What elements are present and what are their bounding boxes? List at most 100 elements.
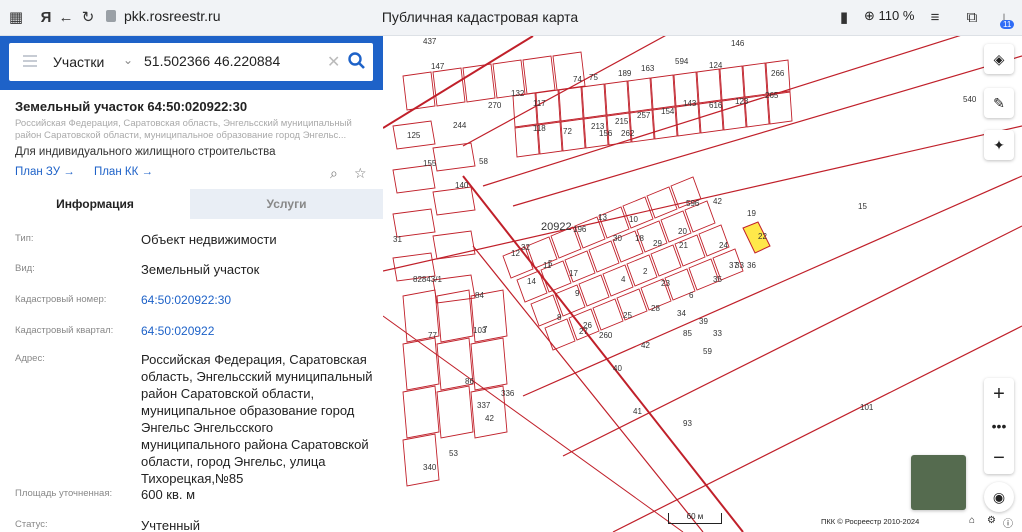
parcel-outline <box>588 240 620 273</box>
basemap-thumbnail[interactable] <box>911 455 966 510</box>
parcel-outline <box>674 234 706 267</box>
plan-kk-link[interactable]: План КК → <box>94 166 153 178</box>
parcel-number-label: 23 <box>661 279 670 288</box>
parcel-number-label: 270 <box>488 101 502 110</box>
parcel-number-label: 215 <box>615 117 629 126</box>
parcel-number-label: 10 <box>629 215 638 224</box>
search-type-select[interactable]: Участки <box>53 54 104 70</box>
parcel-number-label: 257 <box>637 111 651 120</box>
parcel-number-label: 19 <box>747 209 756 218</box>
parcel-number-label: 85 <box>683 329 692 338</box>
search-plot-icon[interactable]: ⌕ <box>330 165 338 182</box>
search-input[interactable] <box>144 53 324 69</box>
parcel-number-label: 596 <box>686 199 700 208</box>
parcel-number-label: 101 <box>860 403 874 412</box>
info-panel: Участки ⌄ ✕ ‹ Земельный участок 64:50:02… <box>0 36 383 532</box>
back-icon[interactable]: ← <box>56 8 76 28</box>
parcel-number-label: 74 <box>573 75 582 84</box>
hamburger-icon[interactable] <box>23 55 37 67</box>
parcel-number-label: 30 <box>613 234 622 243</box>
compass-icon[interactable]: ◉ <box>984 482 1014 512</box>
address-bar[interactable]: pkk.rosreestr.ru <box>106 8 220 28</box>
parcel-number-label: 77 <box>428 331 437 340</box>
copyright-text: ПКК © Росреестр 2010-2024 <box>821 517 920 526</box>
zoom-in-button[interactable]: + <box>984 378 1014 410</box>
parcel-outline <box>696 68 722 104</box>
zoom-out-button[interactable]: − <box>984 442 1014 474</box>
parcel-number-label: 59 <box>703 347 712 356</box>
search-icon[interactable] <box>347 50 367 72</box>
zoom-controls: + ••• − <box>984 378 1014 474</box>
parcel-number-label: 156 <box>599 129 613 138</box>
parcel-number-label: 103 <box>473 326 487 335</box>
info-icon[interactable]: ⓘ <box>1003 515 1013 530</box>
parcel-number-label: 32 <box>521 243 530 252</box>
reload-icon[interactable]: ↻ <box>78 8 98 28</box>
ruler-icon[interactable]: ✎ <box>984 88 1014 118</box>
parcel-number-label: 147 <box>431 62 445 71</box>
tab-services[interactable]: Услуги <box>190 189 383 219</box>
parcel-number-label: 337 <box>477 401 491 410</box>
search-box: Участки ⌄ ✕ <box>9 43 373 81</box>
parcel-number-label: 266 <box>771 69 785 78</box>
more-button[interactable]: ••• <box>984 410 1014 442</box>
parcel-number-label: 540 <box>963 95 977 104</box>
parcel-number-label: 4 <box>621 275 626 284</box>
plan-zu-link[interactable]: План ЗУ → <box>15 166 75 178</box>
cadastral-map[interactable]: 437 147 117 74 75 189 163 594 124 146 266 265 270 132… <box>383 36 1022 532</box>
parcel-number-label: 616 <box>709 101 723 110</box>
parcel-number-label: 36 <box>747 261 756 270</box>
menu-icon[interactable]: ≡ <box>925 8 945 28</box>
parcel-outline <box>402 385 440 439</box>
tab-info[interactable]: Информация <box>0 189 190 219</box>
parcel-outline <box>675 103 701 137</box>
parcel-number-label: 125 <box>407 131 421 140</box>
parcel-number-label: 14 <box>527 277 536 286</box>
parcel-purpose: Для индивидуального жилищного строительс… <box>15 146 276 158</box>
parcel-number-label: 27 <box>579 327 588 336</box>
bookmark-icon[interactable]: ▮ <box>834 8 854 28</box>
clear-icon[interactable]: ✕ <box>327 52 340 72</box>
parcel-number-label: 189 <box>618 69 632 78</box>
home-icon[interactable]: ⌂ <box>969 515 975 526</box>
layers-icon[interactable]: ◈ <box>984 44 1014 74</box>
parcel-number-label: 196 <box>573 225 587 234</box>
parcel-number-label: 15 <box>858 202 867 211</box>
parcel-number-label: 9 <box>575 289 580 298</box>
yandex-logo-icon[interactable]: Я <box>36 8 56 28</box>
extensions-icon[interactable]: ⧉ <box>962 8 982 28</box>
star-icon[interactable]: ☆ <box>354 165 367 182</box>
parcel-outline <box>616 288 648 321</box>
parcel-number-label: 124 <box>709 61 723 70</box>
parcel-outline <box>592 298 624 331</box>
chevron-down-icon[interactable]: ⌄ <box>123 53 133 67</box>
tabs-icon[interactable]: ▦ <box>6 8 26 28</box>
parcel-number-label: 260 <box>599 331 613 340</box>
parcel-number-label: 17 <box>569 269 578 278</box>
plan-links: План ЗУ → План КК → <box>15 166 169 178</box>
parcel-outline <box>604 80 630 116</box>
gear-icon[interactable]: ⚙ <box>987 515 996 526</box>
parcel-outline <box>650 244 682 277</box>
parcel-number-label: 21 <box>679 241 688 250</box>
parcel-outline <box>650 74 676 110</box>
parcel-number-label: 25 <box>623 311 632 320</box>
parcel-number-label: 53 <box>449 449 458 458</box>
search-bar: Участки ⌄ ✕ ‹ <box>0 36 383 90</box>
parcel-number-label: 28 <box>651 304 660 313</box>
parcel-number-label: 13 <box>598 213 607 222</box>
parcel-number-label: 336 <box>501 389 515 398</box>
parcel-number-label: 20922 <box>541 221 572 233</box>
parcel-outline <box>392 208 436 238</box>
page-title: Публичная кадастровая карта <box>381 9 579 25</box>
parcel-number-label: 72 <box>563 127 572 136</box>
parcel-number-label: 244 <box>453 121 467 130</box>
parcel-number-label: 155 <box>423 159 437 168</box>
parcel-number-label: 31 <box>393 235 402 244</box>
zoom-indicator[interactable]: ⊕ 110 % <box>864 8 914 24</box>
parcel-number-label: 163 <box>641 64 655 73</box>
parcel-number-label: 132 <box>511 89 525 98</box>
locate-icon[interactable]: ✦ <box>984 130 1014 160</box>
parcel-number-label: 146 <box>731 39 745 48</box>
parcel-outline <box>742 62 768 98</box>
